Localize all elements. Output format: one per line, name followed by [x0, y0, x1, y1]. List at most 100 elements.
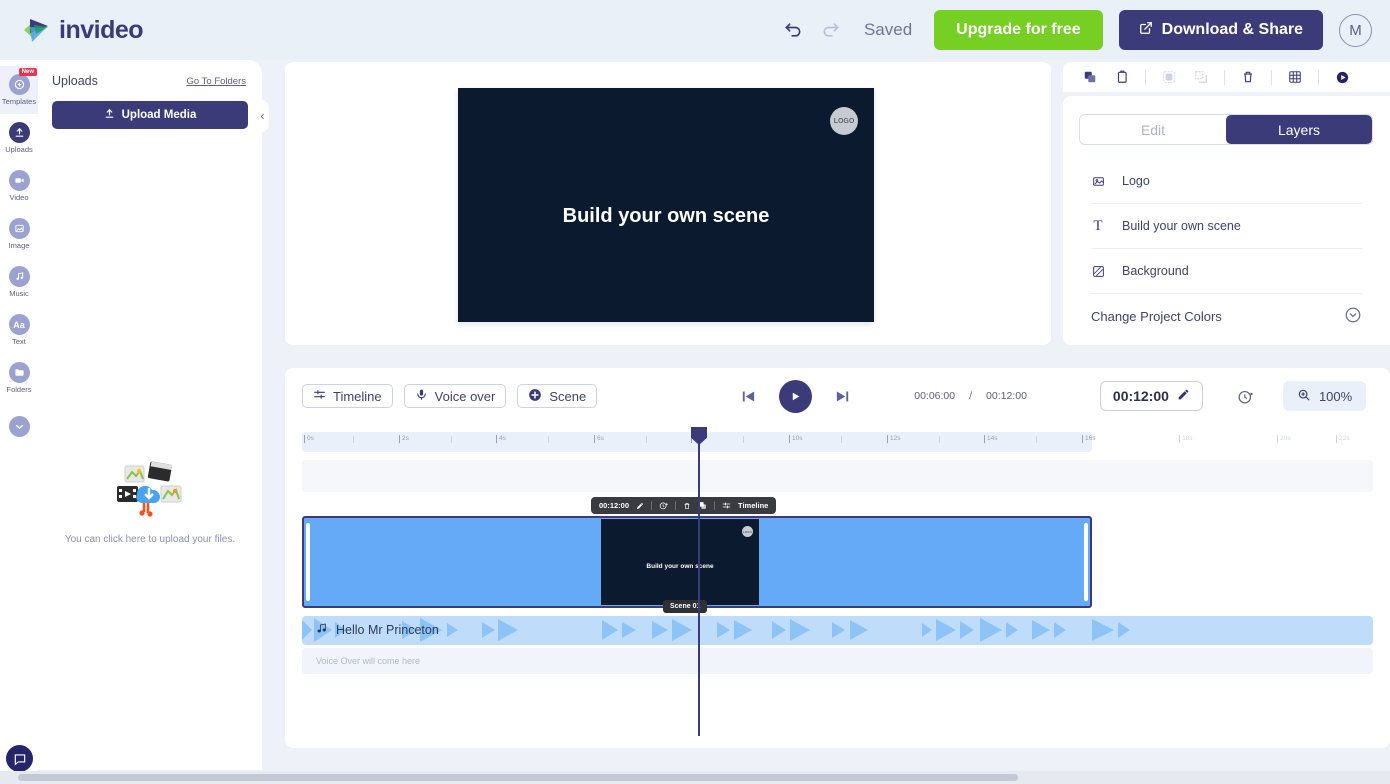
play-icon[interactable] [1327, 62, 1357, 92]
background-layer-icon [1091, 265, 1105, 278]
undo-icon[interactable] [782, 19, 804, 41]
sidebar-item-uploads[interactable]: Uploads [0, 114, 38, 162]
sidebar-item-image[interactable]: Image [0, 210, 38, 258]
tab-edit[interactable]: Edit [1080, 115, 1226, 144]
audio-clip-name: Hello Mr Princeton [316, 622, 439, 637]
voice-over-button[interactable]: Voice over [404, 384, 507, 408]
scene-thumb-logo: LOGO [742, 526, 753, 537]
bring-to-front-icon[interactable] [1154, 62, 1184, 92]
download-share-button[interactable]: Download & Share [1119, 10, 1323, 50]
sidebar-item-folders[interactable]: Folders [0, 354, 38, 402]
chevron-down-icon [9, 416, 30, 437]
pencil-icon[interactable] [1177, 388, 1190, 404]
toolbar-divider [714, 501, 715, 510]
empty-overlay-track[interactable] [302, 460, 1373, 492]
uploads-panel: Uploads Go To Folders Upload Media [38, 60, 262, 770]
ruler-subtick [353, 436, 354, 443]
video-stage[interactable]: LOGO Build your own scene [458, 88, 874, 322]
paste-icon[interactable] [1107, 62, 1137, 92]
audio-track[interactable]: Hello Mr Princeton [302, 616, 1373, 645]
plus-circle-icon [528, 388, 542, 405]
ruler-tick: 12s [890, 435, 900, 442]
ruler-subtick [743, 436, 744, 443]
sidebar-item-music[interactable]: Music [0, 258, 38, 306]
copy-icon[interactable] [1075, 62, 1105, 92]
avatar[interactable]: M [1339, 14, 1372, 47]
stage-logo-placeholder[interactable]: LOGO [830, 107, 858, 135]
timeline-mode-label: Timeline [333, 389, 382, 404]
change-project-colors-row[interactable]: Change Project Colors [1091, 294, 1362, 338]
scrollbar-thumb[interactable] [18, 774, 1018, 781]
new-badge: New [19, 68, 37, 76]
timer-icon[interactable] [1237, 388, 1254, 405]
sidebar-label-folders: Folders [6, 385, 31, 394]
stage-scene-title[interactable]: Build your own scene [458, 205, 874, 228]
duration-value: 00:12:00 [1113, 388, 1169, 404]
chevron-left-icon [259, 111, 266, 122]
upload-icon [9, 122, 30, 143]
scene-thumb-title: Build your own scene [601, 563, 759, 570]
ruler-tick: 18s [1182, 435, 1192, 442]
scene-clip[interactable]: LOGO Build your own scene Scene 01 [302, 516, 1092, 608]
trash-icon[interactable] [683, 502, 691, 510]
zoom-control[interactable]: 100% [1283, 381, 1366, 411]
clip-right-handle[interactable] [1084, 523, 1088, 601]
pencil-icon[interactable] [636, 502, 644, 510]
redo-icon[interactable] [820, 19, 842, 41]
sidebar-item-text[interactable]: Aa Text [0, 306, 38, 354]
skip-previous-icon[interactable] [740, 388, 757, 405]
playhead[interactable] [698, 427, 700, 736]
toolbar-divider [651, 501, 652, 510]
video-icon [9, 170, 30, 191]
left-icon-rail: New Templates Uploads Video Image Music … [0, 60, 38, 784]
layer-item-background[interactable]: Background [1091, 249, 1362, 294]
timeline-ruler[interactable]: 0s 2s 4s 6s 8s 10s 12s 14s 16s 18s 20s 2… [302, 432, 1373, 452]
layer-label: Background [1122, 264, 1189, 278]
chat-bubble-icon[interactable] [6, 745, 33, 772]
ruler-tick: 14s [987, 435, 997, 442]
object-toolbar [1063, 62, 1390, 92]
timeline-icon [313, 388, 326, 404]
delete-icon[interactable] [1233, 62, 1263, 92]
invideo-logo-icon [22, 16, 52, 44]
total-time: 00:12:00 [986, 390, 1027, 402]
layer-item-text[interactable]: T Build your own scene [1091, 204, 1362, 249]
timeline-mode-button[interactable]: Timeline [302, 384, 393, 408]
ruler-tick: 2s [402, 435, 409, 442]
text-icon: Aa [9, 314, 30, 335]
layer-item-logo[interactable]: Logo [1091, 159, 1362, 204]
toolbar-divider [1318, 70, 1319, 85]
timeline-icon[interactable] [722, 501, 731, 510]
collapse-panel-button[interactable] [255, 100, 269, 132]
download-share-label: Download & Share [1162, 21, 1303, 39]
uploads-empty-state[interactable]: You can click here to upload your files. [38, 460, 262, 545]
duration-field[interactable]: 00:12:00 [1100, 381, 1203, 411]
sidebar-more-button[interactable] [0, 402, 38, 450]
upgrade-button[interactable]: Upgrade for free [934, 10, 1102, 50]
play-button[interactable] [779, 380, 812, 413]
sidebar-item-video[interactable]: Video [0, 162, 38, 210]
skip-next-icon[interactable] [834, 388, 851, 405]
clip-left-handle[interactable] [306, 523, 310, 601]
ruler-subtick [451, 436, 452, 443]
ruler-tick: 20s [1280, 435, 1290, 442]
sidebar-label-text: Text [12, 337, 26, 346]
timer-icon[interactable] [659, 501, 668, 510]
upload-media-button[interactable]: Upload Media [52, 101, 248, 129]
sidebar-item-templates[interactable]: New Templates [0, 66, 38, 114]
app-logo[interactable]: invideo [22, 16, 143, 45]
tab-layers[interactable]: Layers [1226, 115, 1372, 144]
header-actions: Saved Upgrade for free Download & Share … [782, 10, 1372, 50]
voiceover-track[interactable]: Voice Over will come here [302, 648, 1373, 674]
layers-panel: Edit Layers Logo T Build your own scene … [1063, 96, 1390, 345]
grid-icon[interactable] [1280, 62, 1310, 92]
add-scene-toolbar-button[interactable]: Scene [517, 384, 597, 408]
send-to-back-icon[interactable] [1186, 62, 1216, 92]
ruler-tick: 0s [307, 435, 314, 442]
chevron-down-circle-icon[interactable] [1344, 306, 1362, 327]
go-to-folders-link[interactable]: Go To Folders [187, 76, 247, 87]
zoom-level-label: 100% [1319, 389, 1352, 404]
ruler-subtick [841, 436, 842, 443]
horizontal-scrollbar[interactable] [0, 771, 1390, 784]
upload-media-label: Upload Media [122, 109, 197, 121]
